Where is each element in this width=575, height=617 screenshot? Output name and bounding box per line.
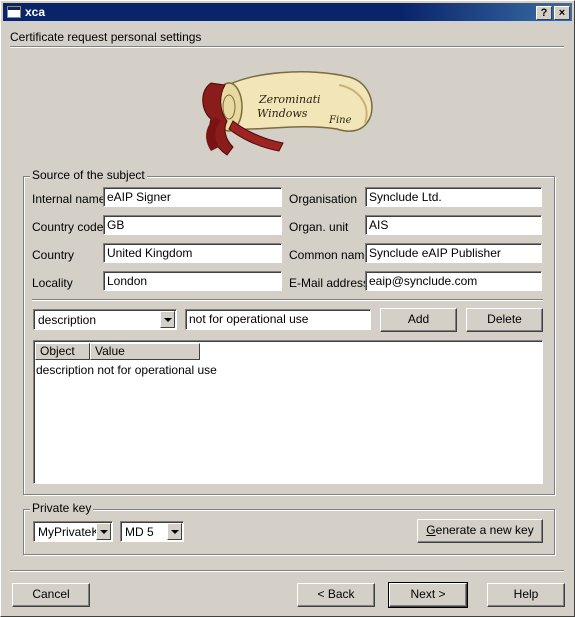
logo-line-3: Fine: [328, 115, 352, 126]
country-code-label: Country code: [32, 220, 104, 234]
cancel-button[interactable]: Cancel: [12, 583, 90, 607]
title-bar: xca ? ×: [3, 3, 572, 21]
logo-line-1: Zerominati: [258, 93, 321, 106]
delete-button[interactable]: Delete: [466, 308, 543, 332]
generate-button-label: enerate a new key: [435, 523, 534, 537]
locality-input[interactable]: London: [103, 271, 282, 291]
country-label: Country: [32, 248, 75, 262]
help-button[interactable]: Help: [487, 583, 565, 607]
chevron-down-icon[interactable]: [96, 523, 111, 540]
org-unit-label: Organ. unit: [289, 220, 349, 234]
column-header-value[interactable]: Value: [90, 343, 200, 360]
row-value-cell: not for operational use: [97, 363, 217, 377]
private-key-group-label: Private key: [30, 501, 94, 515]
object-value-input[interactable]: not for operational use: [185, 309, 371, 330]
private-key-combo[interactable]: MyPrivateK: [33, 521, 113, 542]
object-type-combo-value: description: [38, 313, 97, 327]
column-header-object[interactable]: Object: [35, 343, 90, 360]
footer-divider: [10, 570, 564, 572]
help-question-button[interactable]: ?: [536, 6, 552, 20]
org-unit-input[interactable]: AIS: [365, 215, 542, 235]
chevron-down-icon[interactable]: [167, 523, 182, 540]
internal-name-label: Internal name: [32, 192, 106, 206]
row-object-cell: description: [36, 363, 95, 377]
country-code-input[interactable]: GB: [103, 215, 282, 235]
email-input[interactable]: eaip@synclude.com: [365, 271, 542, 291]
organisation-input[interactable]: Synclude Ltd.: [365, 187, 542, 207]
object-type-combo[interactable]: description: [33, 309, 177, 330]
country-input[interactable]: United Kingdom: [103, 243, 282, 263]
close-button[interactable]: ×: [554, 6, 570, 20]
common-name-input[interactable]: Synclude eAIP Publisher: [365, 243, 542, 263]
private-key-combo-value: MyPrivateK: [38, 525, 96, 539]
subject-divider: [32, 299, 543, 301]
page-subtitle: Certificate request personal settings: [10, 30, 202, 44]
email-label: E-Mail address: [289, 276, 370, 290]
add-button[interactable]: Add: [380, 308, 457, 332]
header-divider: [10, 46, 564, 48]
back-button[interactable]: < Back: [297, 583, 375, 607]
xca-dialog-window: xca ? × Certificate request personal set…: [0, 0, 575, 617]
scroll-logo-image: Zerominati Windows Fine: [202, 71, 373, 156]
next-button[interactable]: Next >: [388, 582, 468, 608]
generate-button-mnemonic: G: [426, 523, 436, 537]
generate-new-key-button[interactable]: Generate a new key: [417, 519, 543, 543]
locality-label: Locality: [32, 276, 73, 290]
internal-name-input[interactable]: eAIP Signer: [103, 187, 282, 207]
hash-algorithm-combo-value: MD 5: [125, 525, 154, 539]
organisation-label: Organisation: [289, 192, 358, 206]
table-row[interactable]: description not for operational use: [36, 363, 217, 377]
hash-algorithm-combo[interactable]: MD 5: [120, 521, 184, 542]
window-title: xca: [25, 5, 46, 19]
subject-objects-table[interactable]: Object Value description not for operati…: [33, 340, 543, 484]
logo-line-2: Windows: [257, 107, 308, 120]
common-name-label: Common name: [289, 248, 372, 262]
app-icon: [7, 6, 21, 18]
chevron-down-icon[interactable]: [160, 311, 175, 328]
subject-group-label: Source of the subject: [30, 168, 147, 182]
